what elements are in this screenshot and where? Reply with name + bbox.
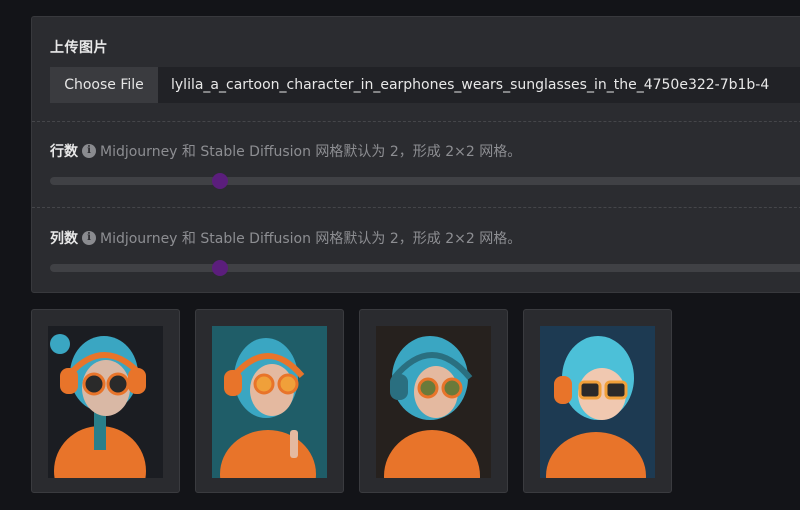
thumbnail-card[interactable]	[523, 309, 672, 493]
settings-panel: 上传图片 Choose File lylila_a_cartoon_charac…	[31, 16, 800, 293]
rows-slider-thumb[interactable]	[212, 173, 228, 189]
divider	[32, 121, 800, 122]
thumbnail-image[interactable]	[540, 326, 655, 478]
file-name: lylila_a_cartoon_character_in_earphones_…	[171, 77, 770, 93]
rows-slider[interactable]	[50, 173, 800, 189]
upload-label: 上传图片	[50, 40, 108, 56]
cols-label-row: 列数 i Midjourney 和 Stable Diffusion 网格默认为…	[50, 228, 521, 248]
file-input[interactable]: Choose File lylila_a_cartoon_character_i…	[50, 67, 800, 103]
rows-label-row: 行数 i Midjourney 和 Stable Diffusion 网格默认为…	[50, 141, 521, 161]
info-icon: i	[82, 144, 96, 158]
cols-slider[interactable]	[50, 260, 800, 276]
thumbnail-card[interactable]	[359, 309, 508, 493]
info-icon: i	[82, 231, 96, 245]
thumbnail-image[interactable]	[48, 326, 163, 478]
cols-slider-thumb[interactable]	[212, 260, 228, 276]
cols-hint: Midjourney 和 Stable Diffusion 网格默认为 2，形成…	[100, 231, 522, 247]
divider	[32, 207, 800, 208]
rows-hint: Midjourney 和 Stable Diffusion 网格默认为 2，形成…	[100, 144, 522, 160]
thumbnail-card[interactable]	[195, 309, 344, 493]
cols-label: 列数	[50, 231, 78, 247]
thumbnail-image[interactable]	[212, 326, 327, 478]
rows-label: 行数	[50, 144, 78, 160]
thumbnail-image[interactable]	[376, 326, 491, 478]
thumbnail-card[interactable]	[31, 309, 180, 493]
choose-file-button[interactable]: Choose File	[50, 67, 158, 103]
